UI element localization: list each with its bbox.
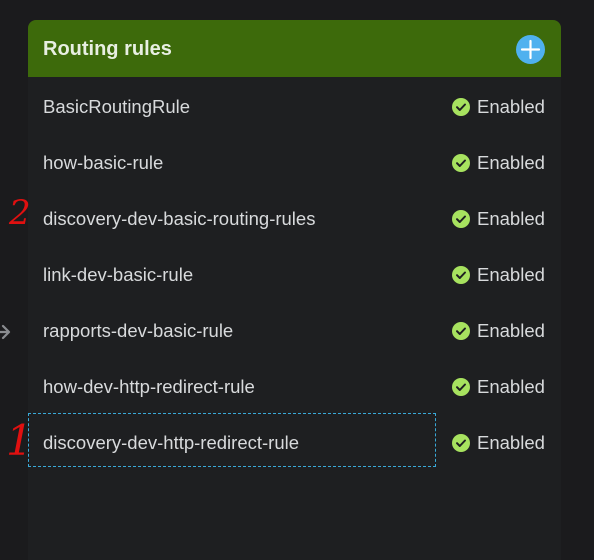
rule-name: discovery-dev-basic-routing-rules xyxy=(43,208,316,229)
rule-list: BasicRoutingRule Enabled how-basic-rule … xyxy=(28,79,561,471)
rule-row[interactable]: how-basic-rule Enabled xyxy=(28,135,561,191)
check-circle-icon xyxy=(452,98,470,116)
rule-row[interactable]: BasicRoutingRule Enabled xyxy=(28,79,561,135)
plus-circle-icon xyxy=(520,39,541,60)
check-circle-icon xyxy=(452,210,470,228)
rule-name: how-dev-http-redirect-rule xyxy=(43,376,255,397)
rule-name: link-dev-basic-rule xyxy=(43,264,194,285)
rule-name: discovery-dev-http-redirect-rule xyxy=(43,432,300,453)
status-label: Enabled xyxy=(477,264,545,285)
rule-name: BasicRoutingRule xyxy=(43,96,191,117)
panel-header: Routing rules xyxy=(28,20,561,77)
rule-row[interactable]: discovery-dev-http-redirect-rule Enabled xyxy=(28,415,561,471)
panel-title: Routing rules xyxy=(43,38,172,60)
rule-row[interactable]: how-dev-http-redirect-rule Enabled xyxy=(28,359,561,415)
screen: Routing rules BasicRoutingRule Enabled h… xyxy=(0,0,594,560)
rule-name: how-basic-rule xyxy=(43,152,164,173)
check-circle-icon xyxy=(452,154,470,172)
check-circle-icon xyxy=(452,266,470,284)
annotation-number-1: 1 xyxy=(6,416,33,465)
annotation-number-2: 2 xyxy=(9,193,31,233)
expand-arrow-icon[interactable] xyxy=(0,320,12,344)
rule-name: rapports-dev-basic-rule xyxy=(43,320,234,341)
status-label: Enabled xyxy=(477,432,545,453)
status-label: Enabled xyxy=(477,376,545,397)
rule-row[interactable]: rapports-dev-basic-rule Enabled xyxy=(28,303,561,359)
rule-row[interactable]: link-dev-basic-rule Enabled xyxy=(28,247,561,303)
rule-row[interactable]: discovery-dev-basic-routing-rules Enable… xyxy=(28,191,561,247)
status-label: Enabled xyxy=(477,320,545,341)
check-circle-icon xyxy=(452,378,470,396)
routing-rules-panel: Routing rules BasicRoutingRule Enabled h… xyxy=(28,20,561,560)
add-rule-button[interactable] xyxy=(516,35,545,64)
status-label: Enabled xyxy=(477,152,545,173)
check-circle-icon xyxy=(452,322,470,340)
status-label: Enabled xyxy=(477,208,545,229)
status-label: Enabled xyxy=(477,96,545,117)
check-circle-icon xyxy=(452,434,470,452)
